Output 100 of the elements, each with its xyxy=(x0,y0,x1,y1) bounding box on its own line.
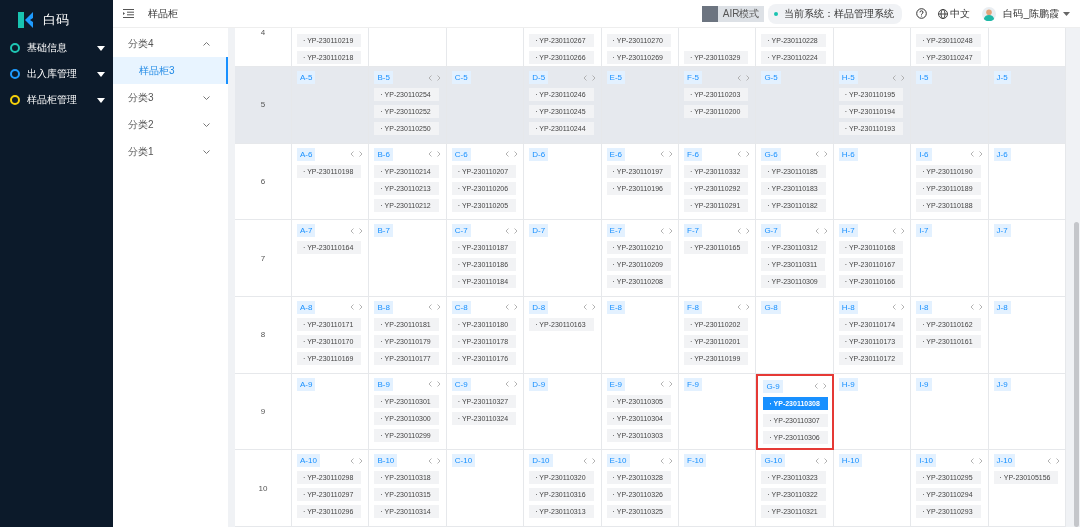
pager-arrows-icon[interactable] xyxy=(814,227,828,234)
pager-arrows-icon[interactable] xyxy=(969,304,983,311)
help-icon[interactable] xyxy=(916,8,928,19)
user-name[interactable]: 白码_陈鹏霞 xyxy=(1003,6,1059,21)
position-label: J-10 xyxy=(993,454,1016,468)
tree-item[interactable]: 分类2 xyxy=(113,111,228,138)
position-label: A-7 xyxy=(297,224,316,238)
position-label: I-9 xyxy=(916,377,932,391)
caret-icon[interactable] xyxy=(1063,11,1070,16)
pager-arrows-icon[interactable] xyxy=(814,151,828,158)
position-label: D-7 xyxy=(529,224,549,238)
pager-arrows-icon[interactable] xyxy=(660,381,673,388)
pager-arrows-icon[interactable] xyxy=(892,304,906,311)
pager-arrows-icon[interactable] xyxy=(737,227,751,234)
position-label: J-9 xyxy=(993,377,1011,391)
pager-arrows-icon[interactable] xyxy=(1047,457,1060,464)
pager-arrows-icon[interactable] xyxy=(582,457,596,464)
tree-item[interactable]: 分类1 xyxy=(113,138,228,165)
pager-arrows-icon[interactable] xyxy=(813,383,827,390)
position-label: B-7 xyxy=(374,224,393,238)
position-label: B-9 xyxy=(374,377,393,391)
position-label: H-5 xyxy=(838,71,858,84)
pager-arrows-icon[interactable] xyxy=(660,151,673,158)
menu-item[interactable]: 样品柜管理 xyxy=(0,87,113,113)
position-label: G-8 xyxy=(761,301,781,314)
pager-arrows-icon[interactable] xyxy=(969,457,983,464)
scrollbar[interactable] xyxy=(1074,222,1079,527)
position-label: A-8 xyxy=(297,301,316,314)
position-label: G-9 xyxy=(763,379,783,393)
pager-arrows-icon[interactable] xyxy=(427,74,441,81)
position-label: E-5 xyxy=(606,71,626,84)
position-label: C-9 xyxy=(451,377,471,391)
caret-icon xyxy=(97,97,105,103)
pager-arrows-icon[interactable] xyxy=(427,457,441,464)
pager-arrows-icon[interactable] xyxy=(582,74,596,81)
language-menu[interactable]: 中文 xyxy=(938,6,971,21)
tree-item[interactable]: 样品柜3 xyxy=(113,57,228,84)
position-label: A-6 xyxy=(297,147,316,161)
menu-icon[interactable] xyxy=(123,9,134,18)
row-header: 10 xyxy=(235,450,292,527)
position-label: H-7 xyxy=(838,224,858,238)
pager-arrows-icon[interactable] xyxy=(350,457,364,464)
pager-arrows-icon[interactable] xyxy=(814,457,828,464)
pager-arrows-icon[interactable] xyxy=(427,304,441,311)
position-label: D-9 xyxy=(529,377,549,391)
pager-arrows-icon[interactable] xyxy=(350,304,364,311)
pager-arrows-icon[interactable] xyxy=(505,304,519,311)
position-label: F-5 xyxy=(684,71,702,84)
logo-icon xyxy=(17,11,35,29)
breadcrumb: 样品柜 xyxy=(148,6,178,21)
position-label: G-10 xyxy=(761,454,786,468)
avatar-icon[interactable] xyxy=(982,6,997,21)
chevron-icon xyxy=(203,149,210,154)
pager-arrows-icon[interactable] xyxy=(737,304,751,311)
chevron-icon xyxy=(203,41,210,46)
pager-arrows-icon[interactable] xyxy=(660,457,673,464)
position-label: D-5 xyxy=(529,71,549,84)
pager-arrows-icon[interactable] xyxy=(660,227,673,234)
position-label: H-8 xyxy=(838,301,858,314)
caret-icon xyxy=(97,71,105,77)
pager-arrows-icon[interactable] xyxy=(505,151,519,158)
pager-arrows-icon[interactable] xyxy=(427,381,441,388)
logo-text: 白码 xyxy=(43,11,69,29)
row-header: 8 xyxy=(235,297,292,374)
position-label: F-6 xyxy=(684,147,702,161)
pager-arrows-icon[interactable] xyxy=(969,151,983,158)
air-mode-toggle[interactable]: AIR模式 xyxy=(701,5,765,22)
pager-arrows-icon[interactable] xyxy=(427,151,441,158)
position-label: I-7 xyxy=(916,224,932,238)
pager-arrows-icon[interactable] xyxy=(737,74,751,81)
menu-item[interactable]: 出入库管理 xyxy=(0,61,113,87)
position-label: D-10 xyxy=(529,454,553,468)
position-label: J-7 xyxy=(993,224,1011,238)
position-label: F-7 xyxy=(684,224,702,238)
position-label: H-6 xyxy=(838,147,858,161)
pager-arrows-icon[interactable] xyxy=(350,227,364,234)
row-header: 6 xyxy=(235,143,292,221)
chevron-icon xyxy=(203,95,210,100)
pager-arrows-icon[interactable] xyxy=(892,74,906,81)
position-label: B-5 xyxy=(374,71,393,84)
position-label: C-7 xyxy=(451,224,471,238)
position-label: E-6 xyxy=(606,147,626,161)
pager-arrows-icon[interactable] xyxy=(350,151,364,158)
pager-arrows-icon[interactable] xyxy=(505,381,519,388)
position-label: F-10 xyxy=(684,454,707,468)
pager-arrows-icon[interactable] xyxy=(582,304,596,311)
tree-item[interactable]: 分类4 xyxy=(113,30,228,57)
position-label: G-7 xyxy=(761,224,781,238)
position-label: J-6 xyxy=(993,147,1011,161)
menu-item[interactable]: 基础信息 xyxy=(0,35,113,61)
pager-arrows-icon[interactable] xyxy=(892,227,906,234)
system-pill[interactable]: 当前系统：样品管理系统 xyxy=(768,3,903,24)
position-label: E-7 xyxy=(606,224,626,238)
pager-arrows-icon[interactable] xyxy=(505,227,519,234)
tree-item[interactable]: 分类3 xyxy=(113,84,228,111)
position-label: A-5 xyxy=(297,71,316,84)
row-header: 7 xyxy=(235,220,292,297)
row-header: 5 xyxy=(235,67,292,144)
position-label: J-8 xyxy=(993,301,1011,314)
pager-arrows-icon[interactable] xyxy=(737,151,751,158)
